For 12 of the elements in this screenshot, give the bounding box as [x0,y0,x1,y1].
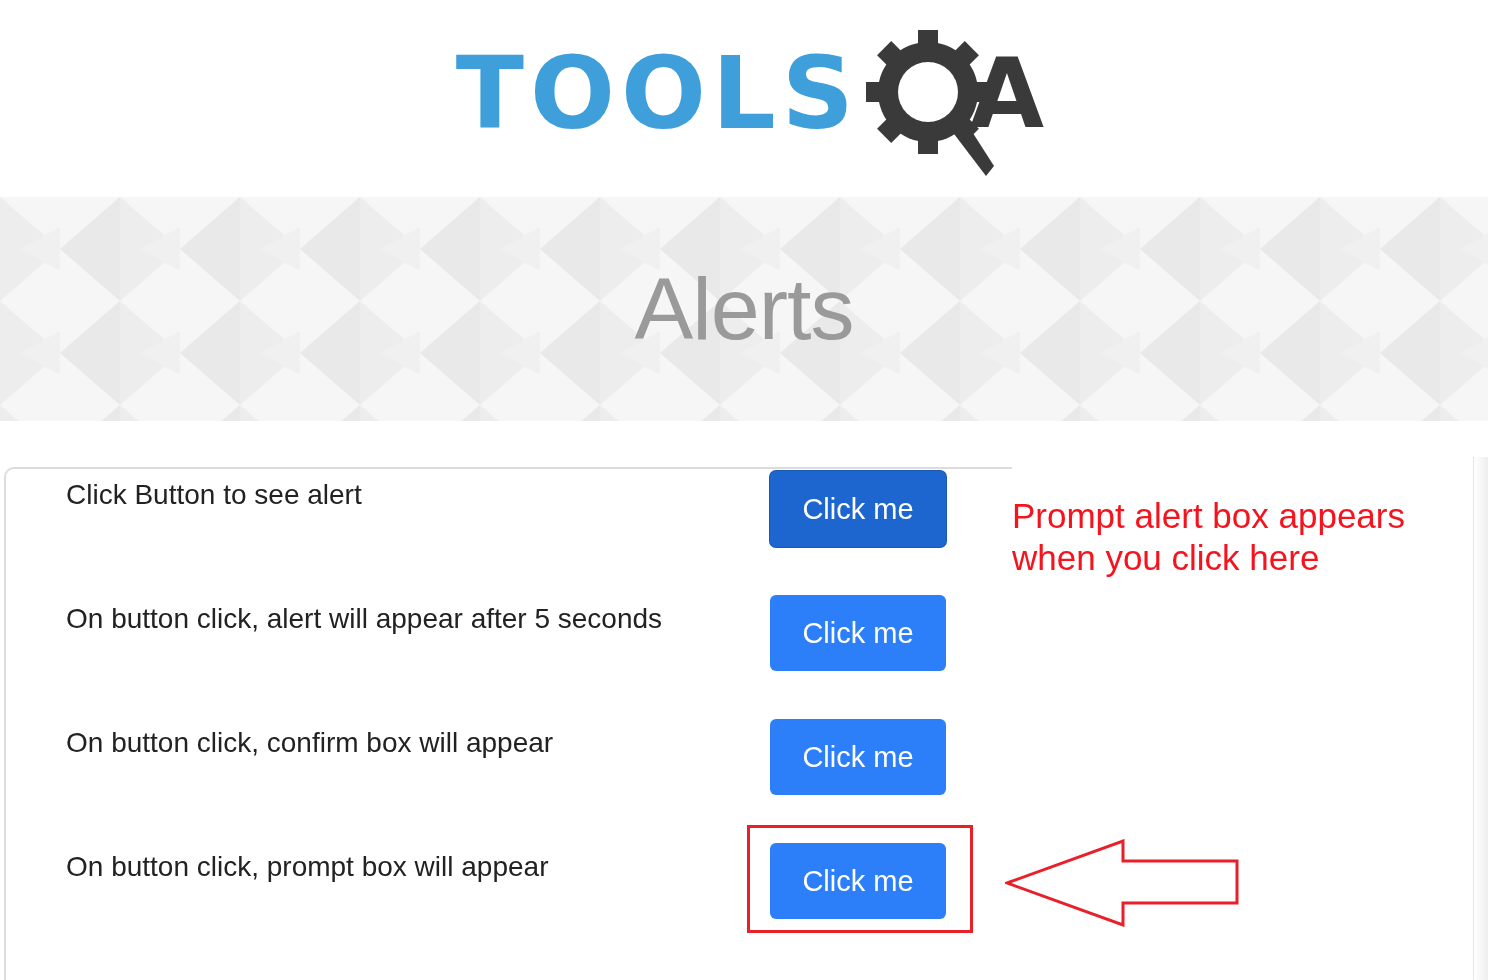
row-label: Click Button to see alert [66,478,363,512]
annotation-text: Prompt alert box appears when you click here [1012,495,1406,579]
arrow-icon [1005,839,1241,927]
click-button[interactable]: Click me [770,719,946,795]
click-button[interactable]: Click me [770,595,946,671]
row-label: On button click, confirm box will appear [66,726,555,760]
row-label: On button click, prompt box will appear [66,850,550,884]
row-label: On button click, alert will appear after 5 seconds [66,602,664,636]
page-title: Alerts [634,258,854,360]
click-button[interactable]: Click me [770,471,946,547]
logo-text: TOOLS [455,44,860,144]
click-button[interactable]: Click me [770,843,946,919]
